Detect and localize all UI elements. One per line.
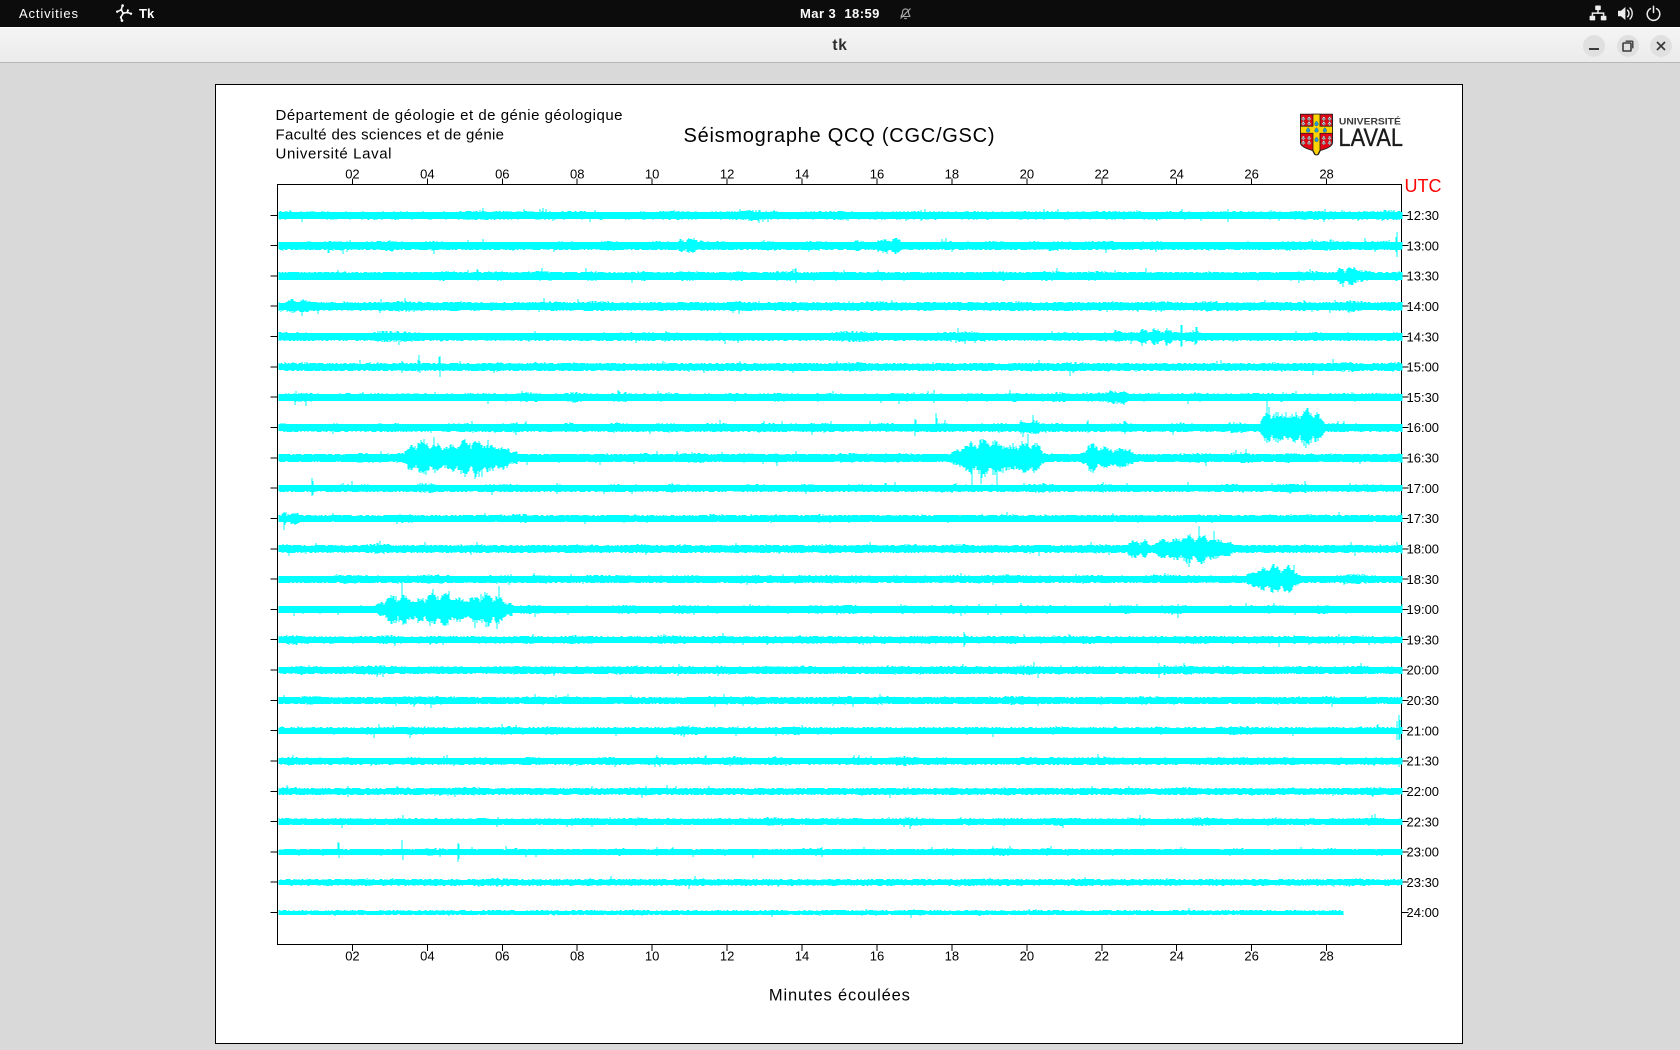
svg-text:21:30: 21:30 bbox=[1407, 754, 1440, 769]
svg-text:Faculté des sciences et de gén: Faculté des sciences et de génie bbox=[276, 127, 505, 144]
svg-text:Séismographe QCQ (CGC/GSC): Séismographe QCQ (CGC/GSC) bbox=[684, 125, 995, 147]
svg-text:14:30: 14:30 bbox=[1407, 329, 1440, 344]
svg-text:18: 18 bbox=[945, 166, 959, 181]
svg-text:Université Laval: Université Laval bbox=[276, 145, 392, 162]
svg-text:22:30: 22:30 bbox=[1407, 814, 1440, 829]
svg-text:15:30: 15:30 bbox=[1407, 390, 1440, 405]
svg-text:20:00: 20:00 bbox=[1407, 663, 1440, 678]
svg-text:04: 04 bbox=[420, 166, 434, 181]
svg-text:14: 14 bbox=[795, 948, 809, 963]
svg-text:24: 24 bbox=[1169, 948, 1183, 963]
svg-text:08: 08 bbox=[570, 948, 584, 963]
svg-text:19:30: 19:30 bbox=[1407, 632, 1440, 647]
svg-text:17:00: 17:00 bbox=[1407, 481, 1440, 496]
svg-text:02: 02 bbox=[345, 166, 359, 181]
svg-text:13:00: 13:00 bbox=[1407, 238, 1440, 253]
svg-text:22: 22 bbox=[1095, 166, 1109, 181]
svg-text:10: 10 bbox=[645, 948, 659, 963]
svg-text:20: 20 bbox=[1020, 166, 1034, 181]
svg-text:16:30: 16:30 bbox=[1407, 451, 1440, 466]
svg-text:17:30: 17:30 bbox=[1407, 511, 1440, 526]
svg-text:06: 06 bbox=[495, 166, 509, 181]
svg-text:12:30: 12:30 bbox=[1407, 208, 1440, 223]
svg-text:23:00: 23:00 bbox=[1407, 845, 1440, 860]
svg-text:04: 04 bbox=[420, 948, 434, 963]
svg-text:22:00: 22:00 bbox=[1407, 784, 1440, 799]
svg-text:24: 24 bbox=[1169, 166, 1183, 181]
svg-text:20:30: 20:30 bbox=[1407, 693, 1440, 708]
svg-text:22: 22 bbox=[1095, 948, 1109, 963]
svg-text:18:30: 18:30 bbox=[1407, 572, 1440, 587]
svg-text:20: 20 bbox=[1020, 948, 1034, 963]
svg-text:Minutes écoulées: Minutes écoulées bbox=[769, 987, 910, 1005]
svg-text:18:00: 18:00 bbox=[1407, 542, 1440, 557]
svg-text:24:00: 24:00 bbox=[1407, 905, 1440, 920]
svg-text:28: 28 bbox=[1319, 948, 1333, 963]
svg-text:13:30: 13:30 bbox=[1407, 269, 1440, 284]
svg-text:16: 16 bbox=[870, 166, 884, 181]
svg-text:15:00: 15:00 bbox=[1407, 360, 1440, 375]
svg-text:23:30: 23:30 bbox=[1407, 875, 1440, 890]
svg-text:12: 12 bbox=[720, 166, 734, 181]
svg-text:18: 18 bbox=[945, 948, 959, 963]
svg-text:28: 28 bbox=[1319, 166, 1333, 181]
svg-text:16:00: 16:00 bbox=[1407, 420, 1440, 435]
svg-text:19:00: 19:00 bbox=[1407, 602, 1440, 617]
svg-text:10: 10 bbox=[645, 166, 659, 181]
svg-text:UTC: UTC bbox=[1405, 176, 1442, 196]
svg-text:14:00: 14:00 bbox=[1407, 299, 1440, 314]
svg-text:12: 12 bbox=[720, 948, 734, 963]
svg-text:Département de géologie et de: Département de géologie et de génie géol… bbox=[276, 107, 623, 124]
svg-text:16: 16 bbox=[870, 948, 884, 963]
svg-text:26: 26 bbox=[1244, 948, 1258, 963]
svg-text:08: 08 bbox=[570, 166, 584, 181]
svg-text:26: 26 bbox=[1244, 166, 1258, 181]
svg-text:06: 06 bbox=[495, 948, 509, 963]
svg-text:02: 02 bbox=[345, 948, 359, 963]
svg-text:21:00: 21:00 bbox=[1407, 723, 1440, 738]
svg-text:14: 14 bbox=[795, 166, 809, 181]
svg-text:LAVAL: LAVAL bbox=[1339, 124, 1404, 152]
